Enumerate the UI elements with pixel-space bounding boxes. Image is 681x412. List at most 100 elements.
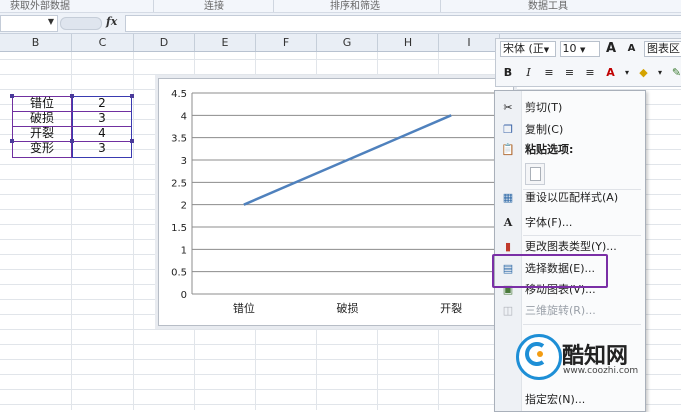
chart-element-select[interactable]: 图表区 [644,41,681,57]
copy-icon: ❐ [501,123,515,137]
table-row-value[interactable]: 2 [74,96,130,111]
paste-option-button[interactable] [525,163,545,185]
grow-font-button[interactable]: A [603,41,619,57]
font-icon: A [501,216,515,230]
font-size-select[interactable]: 10 ▼ [560,41,600,57]
font-name-select[interactable]: 宋体 (正▼ [500,41,556,57]
italic-button[interactable]: I [521,65,537,81]
selection-handle[interactable] [10,139,14,143]
y-tick-label: 2.5 [171,178,187,189]
menu-separator [523,324,641,325]
table-row-value[interactable]: 3 [74,141,130,156]
selection-handle[interactable] [70,139,74,143]
y-tick-label: 3 [181,156,187,167]
table-row-label[interactable]: 开裂 [14,126,70,141]
ribbon-separator [273,0,274,12]
grid-column-line [133,52,134,410]
formula-bar-scroll-handle[interactable] [60,17,102,30]
menu-item-cut[interactable]: ✂ 剪切(T) [495,97,645,119]
selection-handle[interactable] [130,139,134,143]
chart-svg: 00.511.522.533.544.5错位破损开裂 [159,79,513,325]
y-tick-label: 4 [181,111,187,122]
paste-values-icon [530,167,541,181]
chevron-down-icon[interactable]: ▾ [656,65,664,81]
mini-toolbar: 宋体 (正▼ 10 ▼ A A 图表区 B I ≡ ≡ ≡ A ▾ ◆ ▾ ✎ … [495,38,681,87]
ribbon-group-external-data[interactable]: 获取外部数据 [10,0,70,12]
column-header-h[interactable]: H [378,34,439,51]
x-tick-label: 错位 [233,301,255,315]
fill-color-icon[interactable]: ◆ [636,65,652,81]
selection-handle[interactable] [70,94,74,98]
y-tick-label: 1 [181,245,187,256]
ribbon-group-sort-filter[interactable]: 排序和筛选 [330,0,380,12]
column-header-e[interactable]: E [195,34,256,51]
column-header-g[interactable]: G [317,34,378,51]
formula-input[interactable] [125,15,681,32]
menu-item-label: 字体(F)... [525,212,572,234]
formula-bar: ▼ fx [0,13,681,34]
menu-item-paste-options: 📋 粘贴选项: [495,139,645,161]
scissors-icon: ✂ [501,101,515,115]
table-row-value[interactable]: 4 [74,126,130,141]
menu-item-label: 剪切(T) [525,97,562,119]
selection-handle[interactable] [10,94,14,98]
table-row-value[interactable]: 3 [74,111,130,126]
column-header-f[interactable]: F [256,34,317,51]
outline-color-icon[interactable]: ✎ [669,65,681,81]
paste-icon: 📋 [501,143,515,157]
chevron-down-icon[interactable]: ▾ [623,65,631,81]
x-tick-label: 开裂 [440,302,462,315]
table-row-label[interactable]: 错位 [14,96,70,111]
menu-item-3d-rotation: ◫ 三维旋转(R)... [495,300,645,322]
font-name-value: 宋体 (正 [503,42,544,55]
ribbon-separator [153,0,154,12]
y-tick-label: 2 [181,201,187,212]
chart-type-icon: ▮ [501,240,515,254]
chevron-down-icon: ▼ [580,46,585,54]
menu-item-label: 复制(C) [525,119,563,141]
column-header-i[interactable]: I [439,34,500,51]
watermark-logo [516,334,562,380]
menu-item-label: 三维旋转(R)... [525,300,596,322]
menu-item-label: 指定宏(N)... [525,389,585,411]
macro-icon [501,393,515,407]
table-row-label[interactable]: 变形 [14,141,70,156]
menu-item-assign-macro[interactable]: 指定宏(N)... [495,389,645,411]
selection-handle[interactable] [130,94,134,98]
table-row-label[interactable]: 破损 [14,111,70,126]
menu-item-font[interactable]: A 字体(F)... [495,212,645,234]
watermark-url: www.coozhi.com [563,366,638,376]
line-chart[interactable]: 00.511.522.533.544.5错位破损开裂 [158,78,514,326]
ribbon-group-data-tools[interactable]: 数据工具 [528,0,568,12]
reset-style-icon: ▦ [501,191,515,205]
chevron-down-icon: ▼ [544,46,549,54]
chart-element-value: 图表区 [647,42,680,55]
column-header-b[interactable]: B [0,34,72,51]
name-box[interactable]: ▼ [0,15,58,32]
ribbon-group-connections[interactable]: 连接 [204,0,224,12]
align-center-icon[interactable]: ≡ [562,65,578,81]
y-tick-label: 0.5 [171,268,187,279]
align-right-icon[interactable]: ≡ [582,65,598,81]
font-color-icon[interactable]: A [603,65,619,81]
shrink-font-button[interactable]: A [624,41,640,57]
column-header-d[interactable]: D [134,34,195,51]
menu-item-reset-style[interactable]: ▦ 重设以匹配样式(A) [495,187,645,209]
x-tick-label: 破损 [337,301,359,315]
menu-item-copy[interactable]: ❐ 复制(C) [495,119,645,141]
menu-item-label: 粘贴选项: [525,139,573,161]
y-tick-label: 0 [181,290,187,301]
ribbon-separator [440,0,441,12]
function-icon[interactable]: fx [106,15,117,28]
highlight-box [492,254,608,288]
align-left-icon[interactable]: ≡ [541,65,557,81]
bold-button[interactable]: B [500,65,516,81]
watermark-logo-mark [516,334,556,374]
chevron-down-icon[interactable]: ▼ [48,17,54,26]
y-tick-label: 3.5 [171,134,187,145]
y-tick-label: 4.5 [171,89,187,100]
font-size-value: 10 [563,42,577,55]
rotate-3d-icon: ◫ [501,304,515,318]
column-header-c[interactable]: C [72,34,134,51]
ribbon-group-bar: 获取外部数据 连接 排序和筛选 数据工具 [0,0,681,13]
